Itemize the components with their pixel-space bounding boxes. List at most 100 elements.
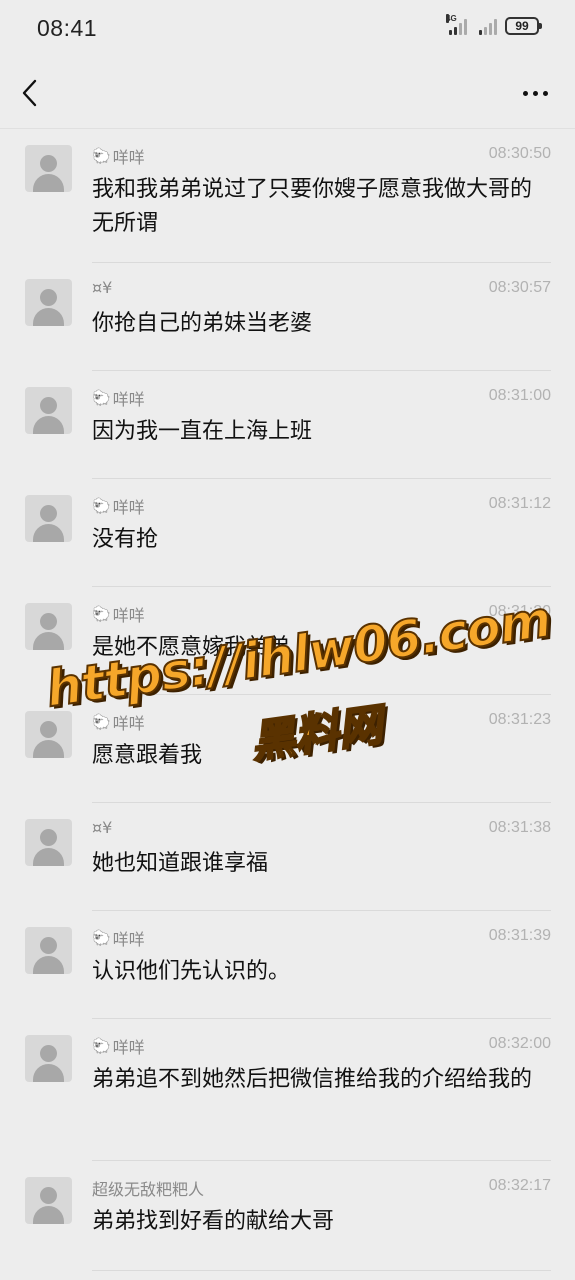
avatar-body-shape: [33, 1206, 64, 1224]
sender-name-text: 咩咩: [112, 714, 145, 733]
more-button[interactable]: [515, 78, 555, 108]
dot-icon: [532, 90, 538, 96]
sender-name: 🐑 咩咩: [92, 1034, 145, 1058]
sender-name: ¤¥: [92, 278, 112, 297]
dot-icon: [542, 90, 548, 96]
message-text: 愿意跟着我: [92, 743, 203, 768]
sender-name-text: 超级无敌粑粑人: [92, 1180, 205, 1199]
battery-level: 99: [515, 19, 529, 33]
message-time: 08:31:39: [488, 927, 551, 944]
sender-name-text: 咩咩: [112, 1038, 145, 1057]
avatar-body-shape: [33, 308, 64, 326]
status-bar: 08:41 4G 99: [0, 0, 575, 58]
avatar[interactable]: [25, 145, 72, 192]
sender-name-text: ¤¥: [92, 278, 113, 297]
avatar-body-shape: [33, 632, 64, 650]
avatar-body-shape: [33, 848, 64, 866]
message-item[interactable]: 🐑 咩咩 08:32:00 弟弟追不到她然后把微信推给我的介绍给我的: [0, 1019, 575, 1161]
sender-name: 🐑 咩咩: [92, 386, 145, 410]
status-time: 08:41: [37, 15, 98, 41]
sheep-emoji-icon: 🐑: [92, 388, 111, 407]
message-item[interactable]: 🐑 咩咩 08:31:39 认识他们先认识的。: [0, 911, 575, 1019]
avatar-head-shape: [40, 289, 57, 306]
avatar[interactable]: [25, 819, 72, 866]
message-text: 我和我弟弟说过了只要你嫂子愿意我做大哥的无所谓: [92, 177, 533, 236]
avatar-head-shape: [40, 613, 57, 630]
message-item[interactable]: 🐑 咩咩 08:30:50 我和我弟弟说过了只要你嫂子愿意我做大哥的无所谓: [0, 129, 575, 263]
sender-name-text: 咩咩: [112, 930, 145, 949]
avatar[interactable]: [25, 1177, 72, 1224]
sheep-emoji-icon: 🐑: [92, 496, 111, 515]
message-item[interactable]: ¤¥ 08:30:57 你抢自己的弟妹当老婆: [0, 263, 575, 371]
sheep-emoji-icon: 🐑: [92, 928, 111, 947]
status-indicators: 4G 99: [446, 14, 542, 35]
avatar-body-shape: [33, 740, 64, 758]
message-item[interactable]: 🐑 咩咩 08:31:12 没有抢: [0, 479, 575, 587]
avatar[interactable]: [25, 279, 72, 326]
sender-name: 🐑 咩咩: [92, 494, 145, 518]
sheep-emoji-icon: 🐑: [92, 604, 111, 623]
avatar-head-shape: [40, 829, 57, 846]
sender-name: ¤¥: [92, 818, 112, 837]
divider: [92, 1270, 551, 1271]
sender-name: 🐑 咩咩: [92, 602, 145, 626]
message-text: 认识他们先认识的。: [92, 959, 291, 984]
message-item[interactable]: ¤¥ 08:31:38 她也知道跟谁享福: [0, 803, 575, 911]
sheep-emoji-icon: 🐑: [92, 1036, 111, 1055]
message-time: 08:31:12: [488, 495, 551, 512]
sender-name-text: 咩咩: [112, 390, 145, 409]
message-text: 因为我一直在上海上班: [92, 419, 313, 444]
avatar-head-shape: [40, 505, 57, 522]
message-text: 弟弟追不到她然后把微信推给我的介绍给我的: [92, 1067, 533, 1092]
sender-name-text: ¤¥: [92, 818, 113, 837]
avatar[interactable]: [25, 387, 72, 434]
message-text: 你抢自己的弟妹当老婆: [92, 311, 313, 336]
avatar[interactable]: [25, 711, 72, 758]
avatar-head-shape: [40, 937, 57, 954]
sheep-emoji-icon: 🐑: [92, 146, 111, 165]
message-list[interactable]: 🐑 咩咩 08:30:50 我和我弟弟说过了只要你嫂子愿意我做大哥的无所谓 ¤¥ 08:3…: [0, 128, 575, 1280]
cellular-signal-icon: 4G: [446, 14, 467, 35]
message-time: 08:31:38: [488, 819, 551, 836]
avatar-body-shape: [33, 416, 64, 434]
sender-name-text: 咩咩: [112, 498, 145, 517]
message-text: 弟弟找到好看的献给大哥: [92, 1209, 335, 1234]
sender-name: 🐑 咩咩: [92, 710, 145, 734]
message-time: 08:32:00: [488, 1035, 551, 1052]
avatar[interactable]: [25, 603, 72, 650]
avatar-head-shape: [40, 155, 57, 172]
message-item[interactable]: 🐑 咩咩 08:31:23 愿意跟着我: [0, 695, 575, 803]
sender-name: 🐑 咩咩: [92, 144, 145, 168]
battery-icon: 99: [505, 17, 542, 35]
sheep-emoji-icon: 🐑: [92, 712, 111, 731]
sender-name-text: 咩咩: [112, 148, 145, 167]
avatar[interactable]: [25, 495, 72, 542]
cellular-signal-2-icon: [479, 17, 497, 35]
message-text: 没有抢: [92, 527, 159, 552]
message-item[interactable]: 🐑 咩咩 08:31:00 因为我一直在上海上班: [0, 371, 575, 479]
message-time: 08:30:57: [488, 279, 551, 296]
message-time: 08:30:50: [488, 145, 551, 162]
avatar-body-shape: [33, 956, 64, 974]
avatar-head-shape: [40, 721, 57, 738]
message-time: 08:32:17: [488, 1177, 551, 1194]
avatar-head-shape: [40, 1045, 57, 1062]
message-item[interactable]: 🐑 咩咩 08:31:20 是她不愿意嫁我弟弟: [0, 587, 575, 695]
avatar-body-shape: [33, 1064, 64, 1082]
message-text: 是她不愿意嫁我弟弟: [92, 635, 291, 660]
avatar-body-shape: [33, 174, 64, 192]
sender-name: 🐑 咩咩: [92, 926, 145, 950]
sender-name-text: 咩咩: [112, 606, 145, 625]
avatar[interactable]: [25, 927, 72, 974]
avatar-head-shape: [40, 397, 57, 414]
back-button[interactable]: [14, 76, 46, 110]
avatar-body-shape: [33, 524, 64, 542]
message-time: 08:31:23: [488, 711, 551, 728]
avatar[interactable]: [25, 1035, 72, 1082]
sender-name: 超级无敌粑粑人: [92, 1176, 204, 1200]
message-item[interactable]: 超级无敌粑粑人 08:32:17 弟弟找到好看的献给大哥: [0, 1161, 575, 1271]
avatar-head-shape: [40, 1187, 57, 1204]
dot-icon: [522, 90, 528, 96]
message-time: 08:31:00: [488, 387, 551, 404]
message-text: 她也知道跟谁享福: [92, 851, 269, 876]
